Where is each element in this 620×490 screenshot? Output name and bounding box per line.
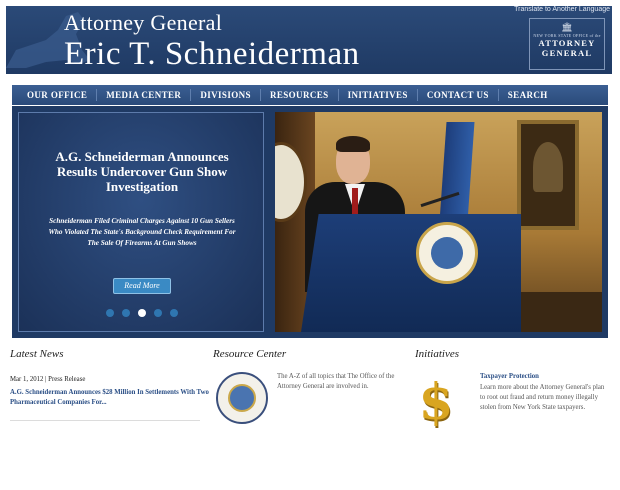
main-nav: OUR OFFICE MEDIA CENTER DIVISIONS RESOUR…: [12, 85, 608, 105]
photo-flag: [439, 122, 475, 222]
nav-search[interactable]: SEARCH: [499, 89, 557, 101]
nav-resources[interactable]: RESOURCES: [261, 89, 339, 101]
state-seal-icon[interactable]: [216, 372, 268, 424]
resource-center-title: Resource Center: [213, 348, 287, 360]
hero-photo: [275, 112, 602, 332]
news-meta: Mar 1, 2012 | Press Release: [10, 376, 86, 383]
site-header: Attorney General Eric T. Schneiderman Tr…: [6, 6, 612, 74]
photo-podium: [301, 214, 521, 332]
hero-slider: A.G. Schneiderman Announces Results Unde…: [12, 106, 608, 338]
initiative-item-text: Learn more about the Attorney General's …: [480, 384, 605, 411]
slide-indicators: [106, 309, 178, 317]
slide-dot-active[interactable]: [138, 309, 146, 317]
read-more-button[interactable]: Read More: [113, 278, 171, 294]
slide-dot[interactable]: [106, 309, 114, 317]
nav-our-office[interactable]: OUR OFFICE: [18, 89, 98, 101]
slide-dot[interactable]: [122, 309, 130, 317]
nav-media-center[interactable]: MEDIA CENTER: [97, 89, 192, 101]
office-seal-logo: 🏛 NEW YORK STATE OFFICE of the ATTORNEY …: [529, 18, 605, 70]
nav-initiatives[interactable]: INITIATIVES: [339, 89, 418, 101]
photo-speaker-hair: [336, 136, 370, 152]
seal-title: ATTORNEY GENERAL: [538, 38, 596, 58]
translate-link[interactable]: Translate to Another Language: [514, 6, 610, 13]
news-link[interactable]: A.G. Schneiderman Announces $28 Million …: [10, 388, 210, 408]
resource-center-description[interactable]: The A-Z of all topics that The Office of…: [277, 372, 409, 392]
photo-portrait-painting: [517, 120, 579, 230]
news-divider: [10, 420, 200, 421]
site-title-line1[interactable]: Attorney General: [64, 10, 222, 36]
initiative-item-title[interactable]: Taxpayer Protection: [480, 373, 539, 380]
dollar-icon[interactable]: $: [416, 374, 456, 430]
nav-contact-us[interactable]: CONTACT US: [418, 89, 499, 101]
feature-summary: Schneiderman Filed Criminal Charges Agai…: [48, 217, 236, 247]
photo-speaker-tie: [352, 188, 358, 218]
building-icon: 🏛: [561, 22, 573, 32]
podium-seal-icon: [416, 222, 478, 284]
slide-dot[interactable]: [154, 309, 162, 317]
site-title-line2[interactable]: Eric T. Schneiderman: [64, 34, 360, 74]
nav-divisions[interactable]: DIVISIONS: [191, 89, 261, 101]
initiatives-title: Initiatives: [415, 348, 459, 360]
feature-headline[interactable]: A.G. Schneiderman Announces Results Unde…: [39, 149, 245, 194]
feature-panel: A.G. Schneiderman Announces Results Unde…: [18, 112, 264, 332]
slide-dot[interactable]: [170, 309, 178, 317]
latest-news-title: Latest News: [10, 348, 64, 360]
